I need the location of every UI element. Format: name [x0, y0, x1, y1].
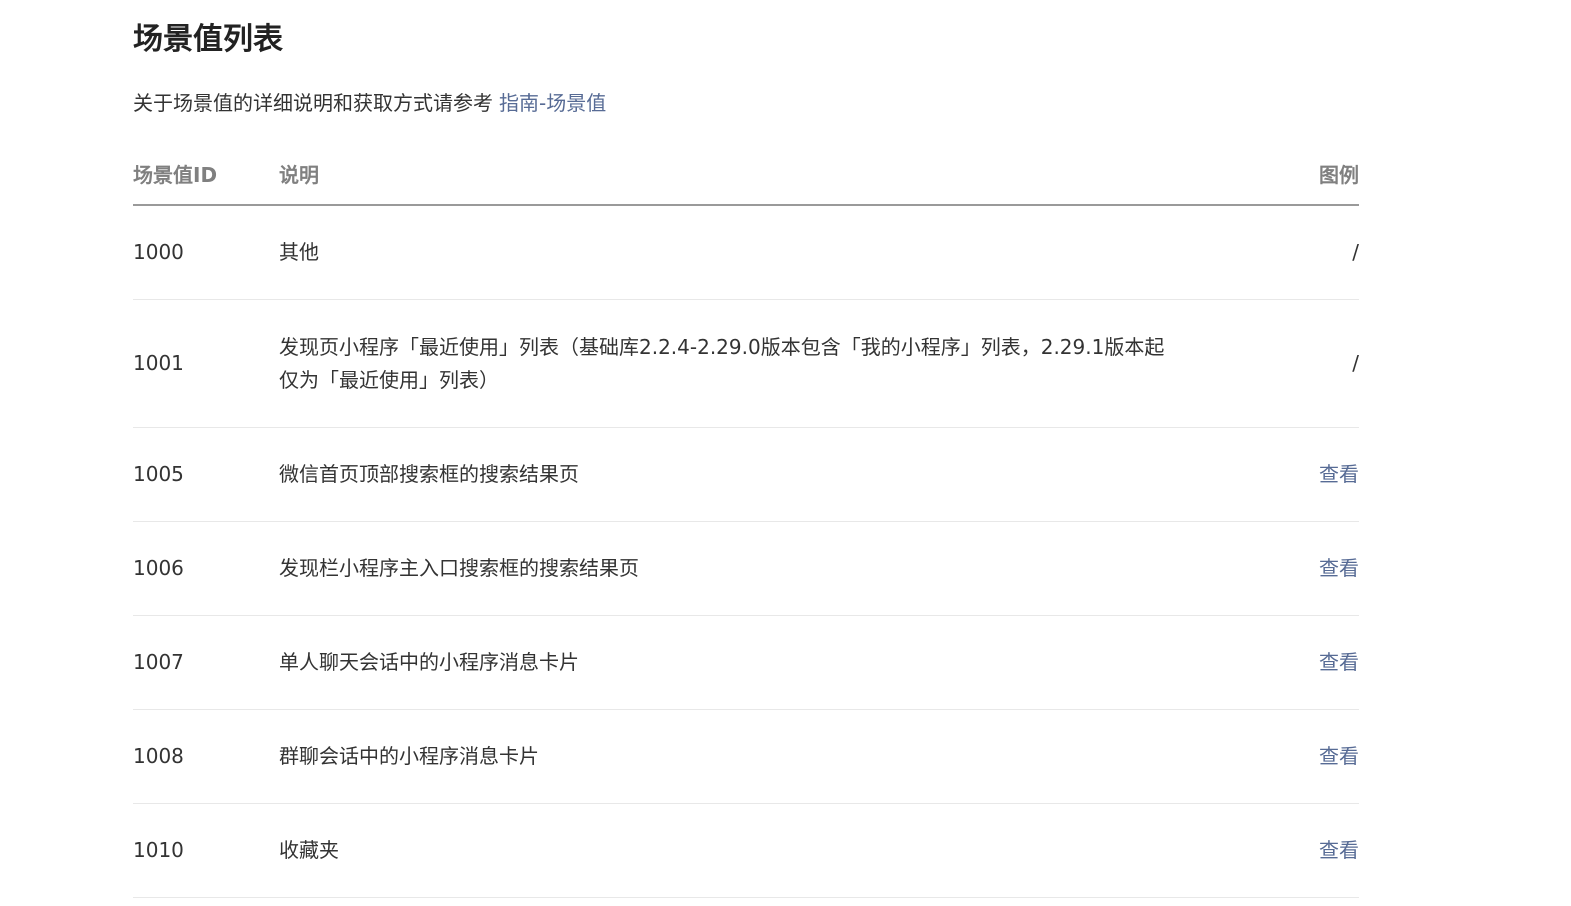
scene-id: 1001	[133, 299, 279, 428]
scene-description-text: 发现页小程序「最近使用」列表（基础库2.2.4-2.29.0版本包含「我的小程序…	[279, 334, 1165, 392]
table-row: 1001 发现页小程序「最近使用」列表（基础库2.2.4-2.29.0版本包含「…	[133, 299, 1359, 428]
scene-description-text: 单人聊天会话中的小程序消息卡片	[279, 650, 579, 674]
scene-description-text: 群聊会话中的小程序消息卡片	[279, 744, 539, 768]
table-row: 1007 单人聊天会话中的小程序消息卡片 查看	[133, 615, 1359, 710]
scene-id: 1000	[133, 205, 279, 300]
intro-paragraph: 关于场景值的详细说明和获取方式请参考 指南-场景值	[133, 88, 606, 118]
scene-value-table: 场景值ID 说明 图例 1000 其他 / 1001 发现页小程序「最近使用」列…	[133, 142, 1359, 898]
view-legend-link[interactable]: 查看	[1319, 650, 1359, 674]
scene-id: 1007	[133, 615, 279, 710]
scene-id: 1008	[133, 709, 279, 804]
intro-text: 关于场景值的详细说明和获取方式请参考	[133, 91, 493, 115]
header-scene-id: 场景值ID	[133, 142, 279, 206]
table-row: 1006 发现栏小程序主入口搜索框的搜索结果页 查看	[133, 521, 1359, 616]
scene-id: 1005	[133, 427, 279, 522]
scene-legend: 查看	[1239, 709, 1359, 804]
header-description: 说明	[279, 142, 1239, 206]
scene-description: 收藏夹	[279, 803, 1239, 898]
view-legend-link[interactable]: 查看	[1319, 744, 1359, 768]
view-legend-link[interactable]: 查看	[1319, 556, 1359, 580]
table-row: 1008 群聊会话中的小程序消息卡片 查看	[133, 709, 1359, 804]
scene-legend: /	[1239, 299, 1359, 428]
legend-none: /	[1352, 240, 1359, 264]
view-legend-link[interactable]: 查看	[1319, 838, 1359, 862]
scene-description-text: 发现栏小程序主入口搜索框的搜索结果页	[279, 556, 639, 580]
table-row: 1005 微信首页顶部搜索框的搜索结果页 查看	[133, 427, 1359, 522]
scene-legend: 查看	[1239, 427, 1359, 522]
scene-description-text: 收藏夹	[279, 838, 339, 862]
scene-legend: 查看	[1239, 521, 1359, 616]
scene-legend: /	[1239, 205, 1359, 300]
table-row: 1010 收藏夹 查看	[133, 803, 1359, 898]
scene-description-text: 其他	[279, 240, 319, 264]
scene-id: 1006	[133, 521, 279, 616]
table-row: 1000 其他 /	[133, 205, 1359, 300]
view-legend-link[interactable]: 查看	[1319, 462, 1359, 486]
scene-legend: 查看	[1239, 803, 1359, 898]
scene-description: 单人聊天会话中的小程序消息卡片	[279, 615, 1239, 710]
scene-description-text: 微信首页顶部搜索框的搜索结果页	[279, 462, 579, 486]
scene-id: 1010	[133, 803, 279, 898]
scene-description: 微信首页顶部搜索框的搜索结果页	[279, 427, 1239, 522]
header-legend: 图例	[1239, 142, 1359, 206]
scene-description: 其他	[279, 205, 1239, 300]
guide-scene-link[interactable]: 指南-场景值	[499, 91, 606, 115]
page: 场景值列表 关于场景值的详细说明和获取方式请参考 指南-场景值 场景值ID 说明 …	[0, 0, 1571, 906]
scene-description: 发现栏小程序主入口搜索框的搜索结果页	[279, 521, 1239, 616]
scene-description: 发现页小程序「最近使用」列表（基础库2.2.4-2.29.0版本包含「我的小程序…	[279, 299, 1239, 428]
legend-none: /	[1352, 351, 1359, 375]
scene-legend: 查看	[1239, 615, 1359, 710]
scene-description: 群聊会话中的小程序消息卡片	[279, 709, 1239, 804]
table-header-row: 场景值ID 说明 图例	[133, 142, 1359, 206]
page-title: 场景值列表	[133, 22, 283, 57]
